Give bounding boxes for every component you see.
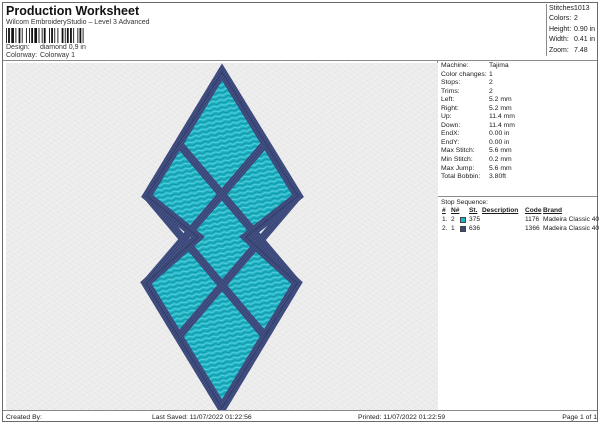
stop-n: 2 xyxy=(451,215,455,223)
stop-num: 1. xyxy=(442,215,448,223)
detail-row: Stops: 2 xyxy=(441,79,599,88)
stop-sequence: Stop Sequence: # N# St. Description Code… xyxy=(441,199,599,233)
detail-label: Down: xyxy=(441,121,461,129)
detail-label: Right: xyxy=(441,104,459,112)
detail-label: Min Stitch: xyxy=(441,156,473,164)
detail-value: Tajima xyxy=(489,62,509,69)
summary-panel: Stitches:1013 Colors: 2 Height: 0.90 in Wi… xyxy=(546,4,599,56)
stop-brand: Madeira Classic 40 xyxy=(543,224,600,232)
last-saved: Last Saved: 11/07/2022 01:22:56 xyxy=(152,414,252,421)
design-label: Design: xyxy=(6,44,30,51)
detail-value: 11.4 mm xyxy=(489,113,515,121)
design-row: Design: diamond 0,9 in xyxy=(6,44,86,51)
detail-value: 2 xyxy=(489,87,493,95)
detail-row: EndY: 0.00 in xyxy=(441,139,599,148)
software-name: Wilcom EmbroideryStudio – Level 3 Advanc… xyxy=(6,19,150,26)
thread-color-swatch xyxy=(460,217,466,224)
detail-row: Down: 11.4 mm xyxy=(441,122,599,131)
detail-value: 5.2 mm xyxy=(489,96,512,104)
detail-label: EndX: xyxy=(441,130,460,138)
detail-value: 0.00 in xyxy=(489,130,510,138)
detail-value: 3.80ft xyxy=(489,173,507,181)
colorway-label: Colorway: xyxy=(6,52,38,59)
printed-date: Printed: 11/07/2022 01:22:59 xyxy=(358,414,446,421)
stop-code: 1366 xyxy=(525,224,540,232)
detail-row: Machine: Tajima xyxy=(441,62,599,71)
detail-row: Min Stitch: 0.2 mm xyxy=(441,156,599,165)
stop-st: 636 xyxy=(469,224,481,232)
fill-area xyxy=(146,72,298,408)
stop-row: 1. 2 375 1176 Madeira Classic 40 xyxy=(441,216,599,225)
detail-label: Machine: xyxy=(441,62,469,69)
design-details: Machine: Tajima Color changes: 1 Stops: 2 Trim… xyxy=(441,62,599,182)
detail-row: Left: 5.2 mm xyxy=(441,96,599,105)
detail-row: Max Stitch: 5.6 mm xyxy=(441,147,599,156)
detail-label: Color changes: xyxy=(441,70,487,78)
stop-st: 375 xyxy=(469,215,481,223)
stop-brand: Madeira Classic 40 xyxy=(543,215,600,223)
details-divider xyxy=(437,196,597,197)
page-number: Page 1 of 1 xyxy=(562,414,597,421)
summary-width: Width: 0.41 in xyxy=(549,36,596,44)
detail-value: 0.00 in xyxy=(489,138,510,146)
detail-row: Color changes: 1 xyxy=(441,71,599,80)
stop-n: 1 xyxy=(451,224,455,232)
detail-label: Stops: xyxy=(441,79,461,87)
stop-num: 2. xyxy=(442,224,448,232)
detail-label: Up: xyxy=(441,113,452,121)
detail-value: 0.2 mm xyxy=(489,156,512,164)
colorway-row: Colorway: Colorway 1 xyxy=(6,52,75,59)
design-preview xyxy=(6,63,438,410)
detail-label: EndY: xyxy=(441,138,460,146)
detail-row: EndX: 0.00 in xyxy=(441,130,599,139)
footer-divider xyxy=(3,410,597,411)
summary-stitches: Stitches:1013 xyxy=(549,5,590,12)
detail-label: Trims: xyxy=(441,87,460,95)
design-value: diamond 0,9 in xyxy=(39,44,86,51)
summary-colors: Colors: 2 xyxy=(549,15,578,23)
barcode xyxy=(6,28,84,43)
detail-value: 5.6 mm xyxy=(489,164,512,172)
detail-label: Total Bobbin: xyxy=(441,173,481,181)
stop-table-header: # N# St. Description Code Brand xyxy=(442,207,563,215)
detail-row: Trims: 2 xyxy=(441,88,599,97)
colorway-value: Colorway 1 xyxy=(39,52,75,59)
page-title: Production Worksheet xyxy=(6,4,140,18)
stop-row: 2. 1 636 1366 Madeira Classic 40 xyxy=(441,225,599,234)
summary-zoom: Zoom: 7.48 xyxy=(549,46,588,54)
diamond-motif xyxy=(140,63,304,410)
detail-label: Left: xyxy=(441,96,455,104)
detail-value: 1 xyxy=(489,70,493,78)
detail-label: Max Jump: xyxy=(441,164,475,172)
footer: Created By: Last Saved: 11/07/2022 01:22… xyxy=(6,412,599,423)
detail-value: 5.2 mm xyxy=(489,104,512,112)
stop-code: 1176 xyxy=(525,215,540,223)
created-by: Created By: xyxy=(6,414,42,421)
thread-color-swatch xyxy=(460,225,466,232)
detail-value: 11.4 mm xyxy=(489,121,515,129)
detail-row: Right: 5.2 mm xyxy=(441,105,599,114)
worksheet: Production Worksheet Wilcom EmbroiderySt… xyxy=(2,2,599,423)
stop-sequence-label: Stop Sequence: xyxy=(441,199,488,206)
detail-value: 5.6 mm xyxy=(489,147,512,155)
header-divider xyxy=(3,60,597,61)
detail-label: Max Stitch: xyxy=(441,147,475,155)
detail-row: Total Bobbin: 3.80ft xyxy=(441,173,599,182)
detail-value: 2 xyxy=(489,79,493,87)
detail-row: Max Jump: 5.6 mm xyxy=(441,165,599,174)
summary-height: Height: 0.90 in xyxy=(549,25,596,33)
detail-row: Up: 11.4 mm xyxy=(441,113,599,122)
embroidery-design xyxy=(140,63,304,410)
